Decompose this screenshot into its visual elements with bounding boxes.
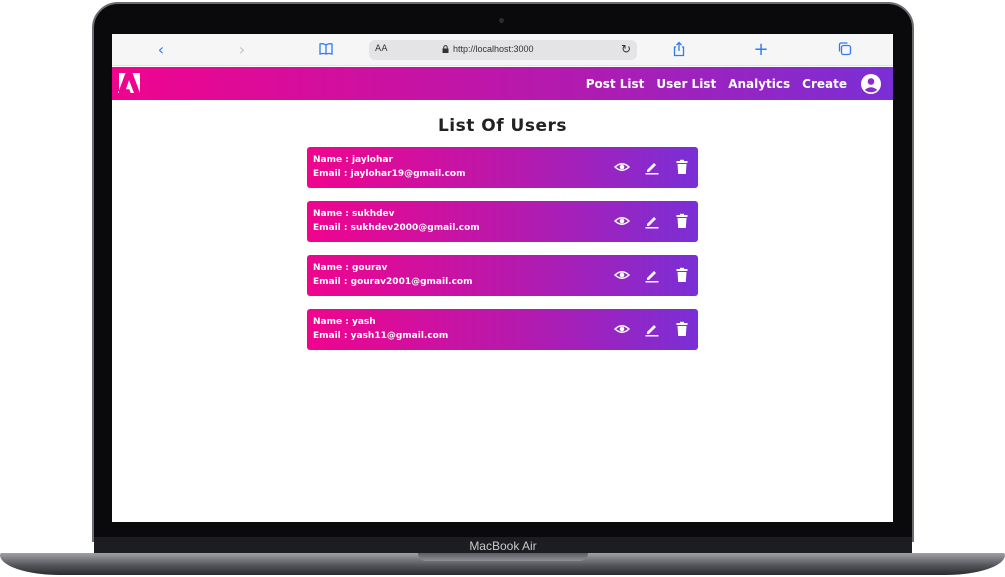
- eye-icon[interactable]: [614, 321, 630, 337]
- reader-button[interactable]: AA: [375, 44, 388, 54]
- user-email: Email : yash11@gmail.com: [313, 331, 449, 341]
- nav-links: Post List User List Analytics Create: [586, 67, 847, 100]
- trash-icon[interactable]: [674, 321, 690, 337]
- user-card: Name : gourav Email : gourav2001@gmail.c…: [307, 255, 698, 296]
- pencil-icon[interactable]: [644, 321, 660, 337]
- trash-icon[interactable]: [674, 159, 690, 175]
- app-navbar: Post List User List Analytics Create: [112, 67, 893, 100]
- laptop-notch: [418, 553, 588, 561]
- user-card: Name : sukhdev Email : sukhdev2000@gmail…: [307, 201, 698, 242]
- lock-icon: [442, 45, 449, 53]
- trash-icon[interactable]: [674, 213, 690, 229]
- trash-icon[interactable]: [674, 267, 690, 283]
- address-bar[interactable]: AA http://localhost:3000 ↻: [369, 40, 637, 60]
- account-circle-icon[interactable]: [861, 74, 881, 94]
- user-name: Name : gourav: [313, 263, 388, 273]
- reload-icon[interactable]: ↻: [621, 42, 631, 56]
- camera-dot: [499, 18, 504, 23]
- adobe-logo-icon[interactable]: [118, 73, 140, 93]
- user-name: Name : jaylohar: [313, 155, 393, 165]
- eye-icon[interactable]: [614, 213, 630, 229]
- bookmarks-icon[interactable]: [317, 41, 335, 59]
- url-text: http://localhost:3000: [453, 44, 534, 54]
- browser-toolbar: ‹ › AA http://localhost:3000 ↻ +: [112, 34, 893, 66]
- tabs-icon[interactable]: [836, 41, 854, 59]
- back-icon[interactable]: ‹: [152, 41, 170, 59]
- pencil-icon[interactable]: [644, 267, 660, 283]
- eye-icon[interactable]: [614, 267, 630, 283]
- user-email: Email : gourav2001@gmail.com: [313, 277, 473, 287]
- eye-icon[interactable]: [614, 159, 630, 175]
- user-list: Name : jaylohar Email : jaylohar19@gmail…: [307, 147, 698, 363]
- nav-user-list[interactable]: User List: [656, 77, 716, 91]
- user-email: Email : sukhdev2000@gmail.com: [313, 223, 480, 233]
- pencil-icon[interactable]: [644, 213, 660, 229]
- nav-create[interactable]: Create: [802, 77, 847, 91]
- pencil-icon[interactable]: [644, 159, 660, 175]
- nav-post-list[interactable]: Post List: [586, 77, 645, 91]
- nav-analytics[interactable]: Analytics: [728, 77, 790, 91]
- share-icon[interactable]: [670, 41, 688, 59]
- user-name: Name : sukhdev: [313, 209, 395, 219]
- user-card: Name : yash Email : yash11@gmail.com: [307, 309, 698, 350]
- user-email: Email : jaylohar19@gmail.com: [313, 169, 466, 179]
- page-title: List Of Users: [437, 116, 568, 136]
- new-tab-icon[interactable]: +: [752, 41, 770, 59]
- screen: ‹ › AA http://localhost:3000 ↻ + Post Li…: [112, 34, 893, 522]
- forward-icon[interactable]: ›: [233, 41, 251, 59]
- user-card: Name : jaylohar Email : jaylohar19@gmail…: [307, 147, 698, 188]
- user-name: Name : yash: [313, 317, 376, 327]
